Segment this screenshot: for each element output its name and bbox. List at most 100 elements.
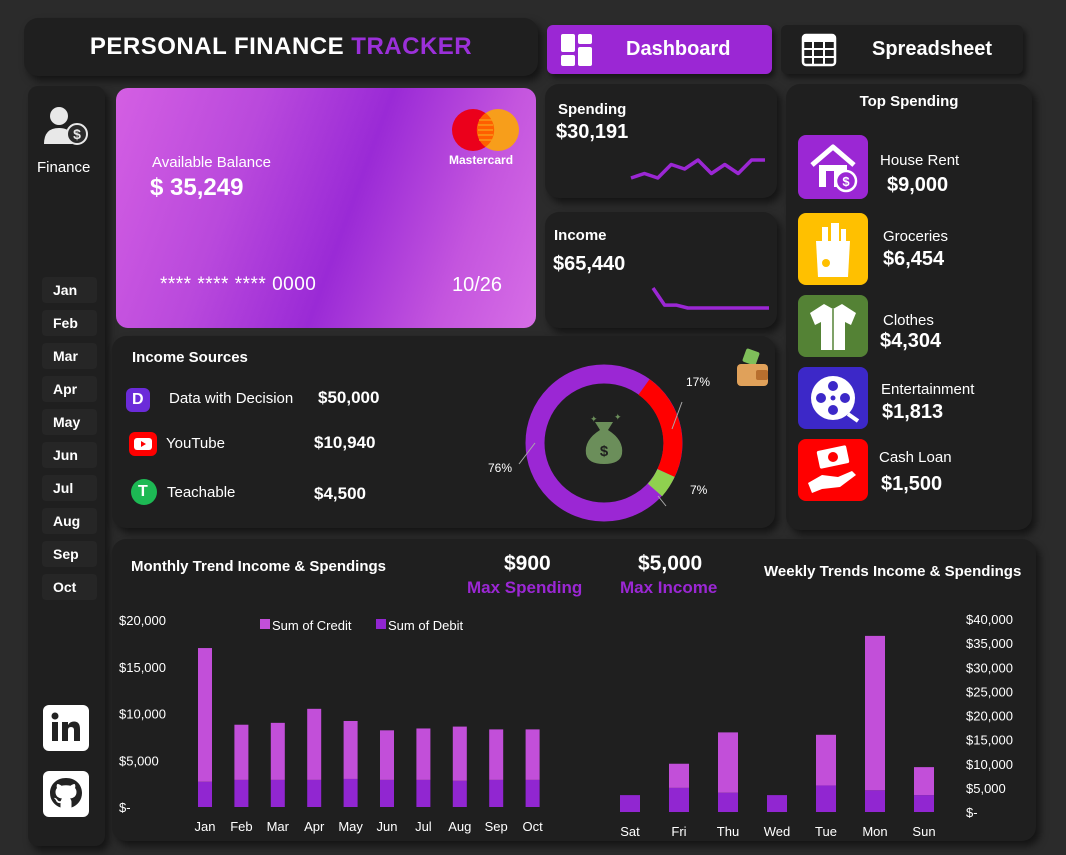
category-value: $9,000 <box>887 174 949 196</box>
bar-debit <box>198 781 212 807</box>
income-label: Income <box>554 227 607 244</box>
bar-debit <box>914 795 934 812</box>
income-source-name: Teachable <box>167 484 236 501</box>
income-source-name: Data with Decision <box>169 390 294 407</box>
income-source-value: $50,000 <box>318 388 380 407</box>
x-tick-label: Oct <box>522 819 543 834</box>
bar-debit <box>669 787 689 812</box>
bar-debit <box>234 779 249 807</box>
income-source-value: $4,500 <box>314 484 366 503</box>
tab-spreadsheet[interactable]: Spreadsheet <box>781 25 1023 74</box>
title-panel: PERSONAL FINANCE TRACKER <box>24 18 538 76</box>
bar-debit <box>718 792 738 812</box>
bar-credit <box>416 728 431 780</box>
card-number: **** **** **** 0000 <box>160 274 317 295</box>
income-sparkline <box>651 287 769 310</box>
bar-credit <box>380 730 394 780</box>
category-name: Cash Loan <box>879 449 952 466</box>
spending-label: Spending <box>558 101 627 118</box>
month-sep[interactable]: Sep <box>42 541 97 567</box>
svg-text:$: $ <box>600 443 609 460</box>
money-bag-icon: $ ✦ ✦ <box>585 412 623 464</box>
donut-slice-youtube <box>638 379 683 478</box>
x-tick-label: Sun <box>912 824 935 839</box>
month-mar[interactable]: Mar <box>42 343 97 369</box>
bar-credit <box>718 732 738 793</box>
top-spending-title: Top Spending <box>859 93 959 110</box>
bar-credit <box>343 720 358 779</box>
month-aug[interactable]: Aug <box>42 508 97 534</box>
y-tick-label: $5,000 <box>966 781 1006 796</box>
finance-user-icon: $ <box>44 107 88 145</box>
linkedin-icon[interactable] <box>43 705 89 751</box>
tab-dashboard[interactable]: Dashboard <box>547 25 772 74</box>
y-tick-label: $20,000 <box>966 709 1013 724</box>
x-tick-label: Jun <box>377 819 398 834</box>
donut-label: 76% <box>488 461 513 475</box>
income-sources-title: Income Sources <box>132 349 248 366</box>
teachable-icon: T <box>131 479 157 505</box>
title-main: PERSONAL FINANCE <box>89 33 345 60</box>
house-icon: $ <box>798 135 868 199</box>
y-tick-label: $35,000 <box>966 636 1013 651</box>
card-expiry: 10/26 <box>452 274 503 296</box>
bar-credit <box>452 726 467 781</box>
bar-debit <box>380 779 394 807</box>
income-sources-panel: Income Sources D Data with Decision $50,… <box>112 336 775 528</box>
income-trend-line <box>651 287 769 310</box>
wallet-icon <box>737 348 768 386</box>
x-tick-label: Mon <box>862 824 887 839</box>
cash-hand-icon <box>798 439 868 501</box>
bar-debit <box>452 780 467 807</box>
y-tick-label: $25,000 <box>966 684 1013 699</box>
bar-debit <box>343 778 358 807</box>
top-spending-panel: Top Spending $ House Rent $9,000 Groceri… <box>786 84 1032 530</box>
month-jul[interactable]: Jul <box>42 475 97 501</box>
bar-debit <box>307 779 322 807</box>
bar-debit <box>416 779 431 807</box>
bar-credit <box>270 722 285 780</box>
category-value: $1,500 <box>881 473 943 495</box>
y-tick-label: $15,000 <box>966 733 1013 748</box>
bar-debit <box>525 779 540 807</box>
bar-debit <box>489 779 504 807</box>
category-name: Entertainment <box>881 381 975 398</box>
bar-credit <box>669 763 689 788</box>
x-tick-label: Mar <box>267 819 290 834</box>
spending-sparkline <box>630 158 765 180</box>
grocery-bag-icon <box>798 213 868 285</box>
bar-debit <box>620 795 640 812</box>
tab-dashboard-label: Dashboard <box>626 38 731 60</box>
finance-label: Finance <box>37 159 91 176</box>
income-panel: Income $65,440 <box>545 212 777 328</box>
y-tick-label: $5,000 <box>119 753 159 768</box>
y-tick-label: $- <box>119 800 131 815</box>
bar-debit <box>816 785 836 812</box>
month-oct[interactable]: Oct <box>42 574 97 600</box>
category-value: $6,454 <box>883 248 945 270</box>
category-name: Clothes <box>883 312 934 329</box>
category-name: Groceries <box>883 228 949 245</box>
month-apr[interactable]: Apr <box>42 376 97 402</box>
x-tick-label: Jan <box>195 819 216 834</box>
balance-label: Available Balance <box>152 154 271 171</box>
month-jun[interactable]: Jun <box>42 442 97 468</box>
dashboard-icon <box>561 34 592 66</box>
bar-credit <box>234 724 249 780</box>
income-value: $65,440 <box>553 253 626 275</box>
month-may[interactable]: May <box>42 409 97 435</box>
svg-text:$: $ <box>842 174 850 189</box>
y-tick-label: $- <box>966 805 978 820</box>
x-tick-label: Sep <box>485 819 508 834</box>
x-tick-label: Feb <box>230 819 252 834</box>
spending-trend-line <box>630 158 765 180</box>
month-jan[interactable]: Jan <box>42 277 97 303</box>
y-tick-label: $40,000 <box>966 612 1013 627</box>
donut-label: 17% <box>686 375 711 389</box>
month-feb[interactable]: Feb <box>42 310 97 336</box>
bar-credit <box>525 729 540 780</box>
x-tick-label: Sat <box>620 824 640 839</box>
bar-credit <box>198 648 212 782</box>
title-accent: TRACKER <box>351 33 473 60</box>
github-icon[interactable] <box>43 771 89 817</box>
